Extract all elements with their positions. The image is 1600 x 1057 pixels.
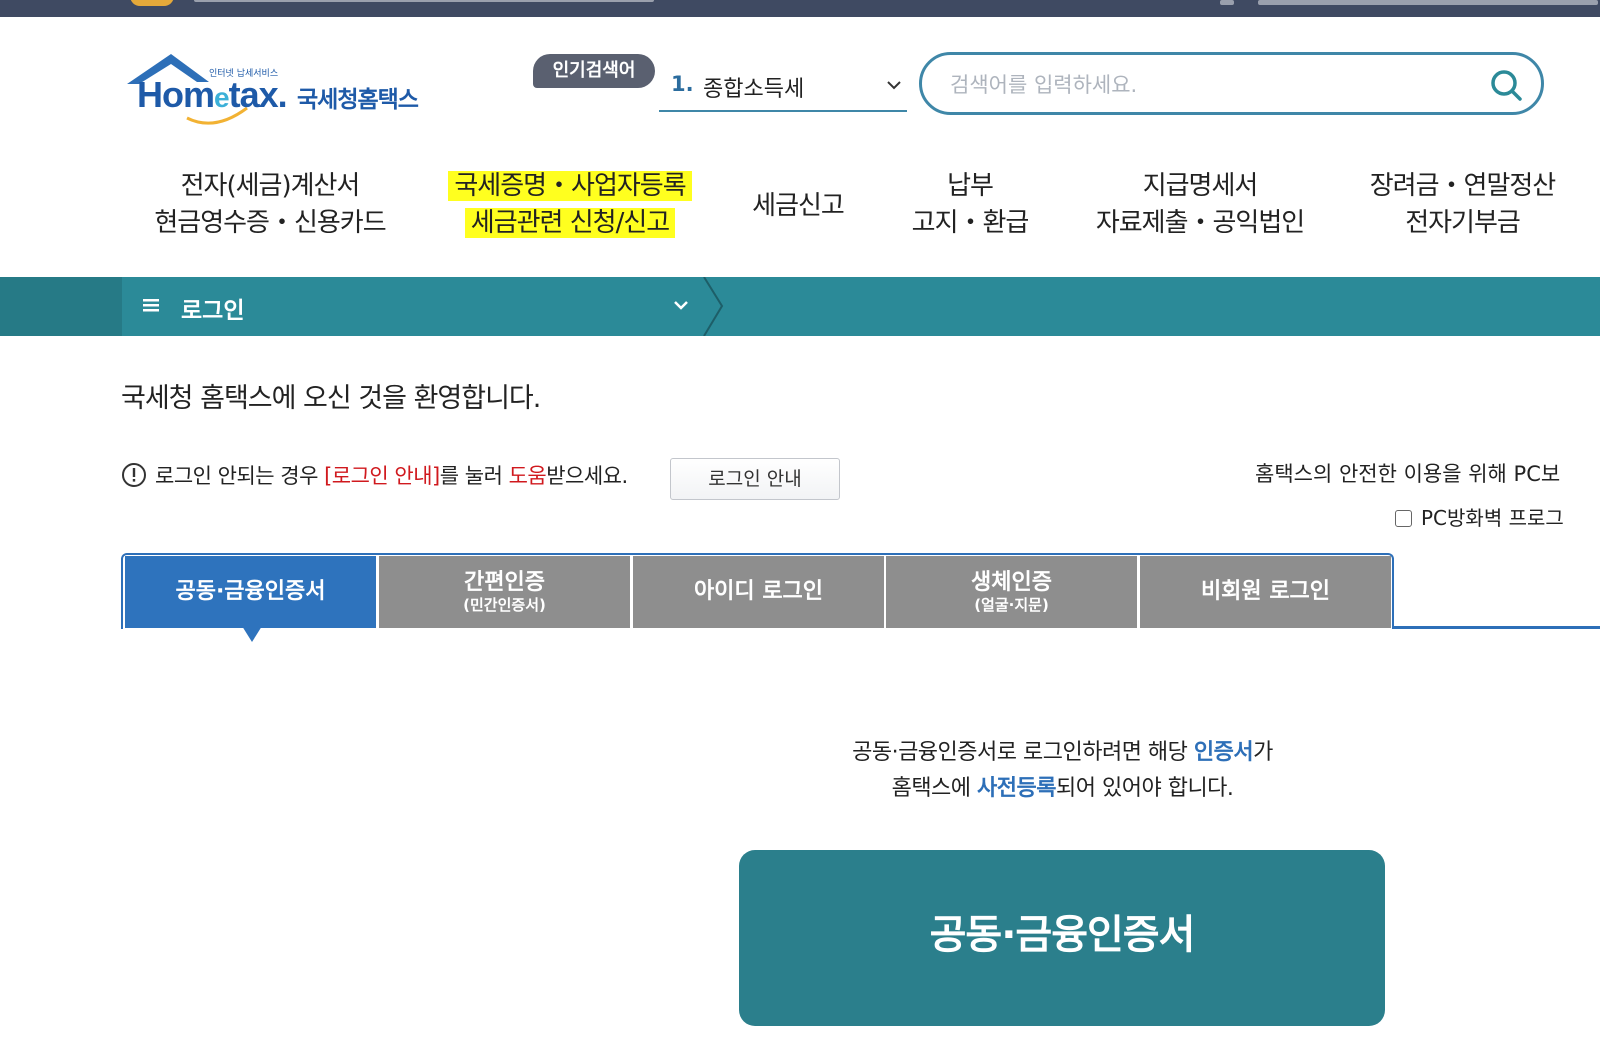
page-title: 국세청 홈택스에 오신 것을 환영합니다.	[121, 383, 541, 414]
top-banner-strip	[0, 0, 1600, 17]
breadcrumb-separator-icon	[703, 277, 724, 336]
tab-label: 생체인증	[971, 570, 1052, 595]
tab-guest-login[interactable]: 비회원 로그인	[1140, 556, 1391, 628]
exclamation-icon	[122, 463, 146, 487]
breadcrumb-left-pad	[0, 277, 122, 336]
firewall-checkbox[interactable]	[1395, 510, 1412, 527]
nav-item-line: 지급명세서	[1142, 171, 1259, 201]
firewall-checkbox-label: PC방화벽 프로그	[1421, 506, 1564, 530]
nav-item-payment[interactable]: 납부 고지・환급	[900, 168, 1040, 242]
nav-item-line: 전자기부금	[1405, 208, 1521, 238]
nav-item-line: 전자(세금)계산서	[180, 171, 361, 201]
main-navigation: 전자(세금)계산서 현금영수증・신용카드 국세증명・사업자등록 세금관련 신청/…	[0, 168, 1600, 258]
banner-links-cut	[1220, 0, 1600, 6]
tab-biometric[interactable]: 생체인증 (얼굴·지문)	[886, 556, 1137, 628]
popular-search-value: 종합소득세	[703, 77, 805, 102]
search-icon[interactable]	[1489, 68, 1523, 102]
logo-korean-name: 국세청홈택스	[297, 87, 419, 113]
banner-text-cut	[130, 0, 654, 6]
tab-label: 공동·금융인증서	[175, 579, 326, 604]
safety-notice: 홈택스의 안전한 이용을 위해 PC보	[1255, 462, 1561, 486]
nav-item-line: 세금신고	[752, 191, 845, 221]
tab-simple-auth[interactable]: 간편인증 (민간인증서)	[379, 556, 630, 628]
login-help-text: 로그인 안되는 경우 [로그인 안내]를 눌러 도움받으세요.	[155, 464, 628, 488]
search-box	[919, 52, 1544, 115]
nav-item-line: 현금영수증・신용카드	[154, 208, 386, 238]
chevron-down-icon[interactable]	[672, 299, 690, 313]
login-tabs: 공동·금융인증서 간편인증 (민간인증서) 아이디 로그인 생체인증 (얼굴·지…	[121, 553, 1600, 648]
active-tab-pointer-icon	[242, 626, 262, 642]
popular-search-badge: 인기검색어	[533, 54, 655, 88]
hometax-logo[interactable]: 인터넷 납세서비스 Hometax. 국세청홈택스	[123, 52, 443, 127]
nav-item-line: 고지・환급	[911, 208, 1030, 238]
nav-item-certificate[interactable]: 국세증명・사업자등록 세금관련 신청/신고	[430, 168, 710, 242]
tab-label: 간편인증	[464, 570, 545, 595]
cert-login-button[interactable]: 공동·금융인증서	[739, 850, 1385, 1026]
logo-wordmark: Hometax.	[137, 74, 288, 115]
search-input[interactable]	[948, 67, 1472, 103]
cert-notice: 공동·금융인증서로 로그인하려면 해당 인증서가 홈택스에 사전등록되어 있어야…	[852, 740, 1273, 801]
chevron-down-icon	[887, 81, 901, 90]
tab-label: 비회원 로그인	[1200, 579, 1331, 604]
nav-item-line: 국세증명・사업자등록	[448, 171, 692, 201]
breadcrumb: 로그인	[0, 277, 1600, 336]
popular-search-select[interactable]: 1. 종합소득세	[659, 62, 907, 112]
breadcrumb-label[interactable]: 로그인	[181, 291, 244, 325]
popular-search-rank: 1.	[671, 72, 694, 96]
nav-item-payment-statement[interactable]: 지급명세서 자료제출・공익법인	[1080, 168, 1320, 242]
nav-item-einvoice[interactable]: 전자(세금)계산서 현금영수증・신용카드	[150, 168, 390, 242]
tab-label: 아이디 로그인	[693, 579, 824, 604]
nav-item-incentive[interactable]: 장려금・연말정산 전자기부금	[1355, 168, 1570, 242]
firewall-checkbox-row[interactable]: PC방화벽 프로그	[1395, 502, 1564, 531]
menu-icon[interactable]	[142, 296, 160, 314]
tab-id-login[interactable]: 아이디 로그인	[633, 556, 884, 628]
nav-item-tax-filing[interactable]: 세금신고	[738, 188, 858, 225]
tab-sublabel: (얼굴·지문)	[974, 596, 1049, 614]
tab-joint-financial-cert[interactable]: 공동·금융인증서	[125, 556, 376, 628]
login-guide-button[interactable]: 로그인 안내	[670, 458, 840, 500]
nav-item-line: 장려금・연말정산	[1369, 171, 1556, 201]
nav-item-line: 세금관련 신청/신고	[464, 208, 676, 238]
nav-item-line: 납부	[947, 171, 994, 201]
tab-sublabel: (민간인증서)	[463, 596, 546, 614]
nav-item-line: 자료제출・공익법인	[1095, 208, 1305, 238]
